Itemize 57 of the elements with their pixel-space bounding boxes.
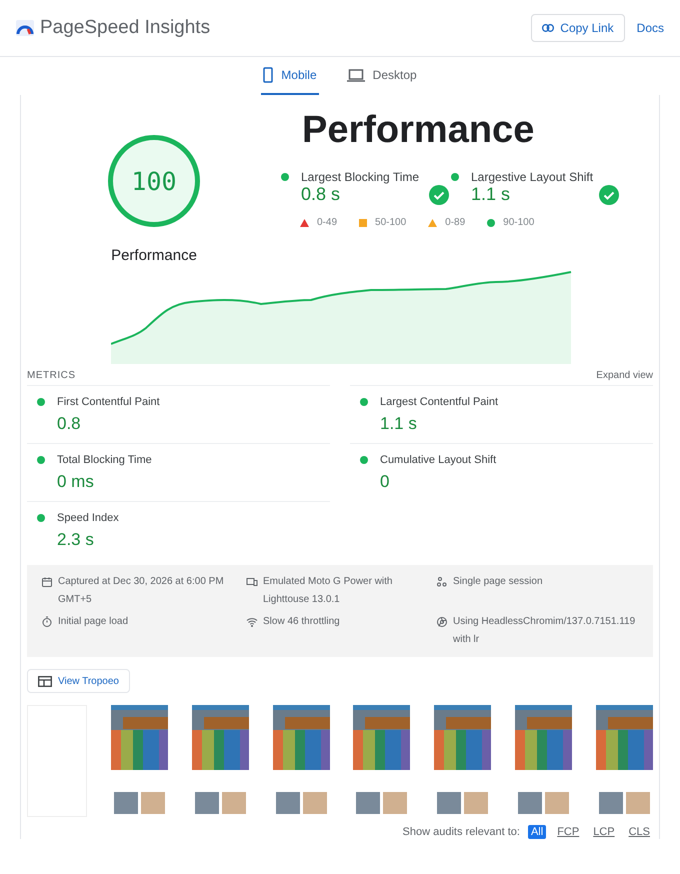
expand-view-link[interactable]: Expand view xyxy=(596,370,653,381)
metric-label: Speed Index xyxy=(57,512,120,524)
circle-icon xyxy=(487,218,496,226)
metric-label: Total Blocking Time xyxy=(57,454,153,466)
devices-icon xyxy=(246,576,258,588)
info-text: Slow 46 throttling xyxy=(263,615,340,629)
section-title: METRICS xyxy=(27,370,76,381)
info-text: Using HeadlessChromim/137.0.7151.119 with lr xyxy=(453,615,636,647)
docs-link[interactable]: Docs xyxy=(636,21,664,35)
metric-label: Cumulative Layout Shift xyxy=(380,454,498,466)
link-icon xyxy=(542,24,554,32)
audit-filter-chip[interactable]: CLS xyxy=(626,825,653,839)
metric-label: First Contentful Paint xyxy=(57,396,161,408)
nodes-icon xyxy=(436,576,448,588)
stopwatch-icon xyxy=(41,616,53,628)
audit-filter-chip[interactable]: All xyxy=(528,825,546,839)
status-dot xyxy=(451,173,459,181)
app-title: PageSpeed Insights xyxy=(40,17,212,39)
square-icon xyxy=(359,218,368,226)
range-label: 0-49 xyxy=(317,217,338,228)
metric-value: 2.3 s xyxy=(57,530,95,550)
score-label: Performance xyxy=(111,247,197,264)
grid-icon xyxy=(38,676,52,686)
filter-label: Show audits relevant to: xyxy=(402,826,520,838)
metric-value: 0 ms xyxy=(57,472,95,492)
browser-logo-icon xyxy=(436,616,448,628)
phone-icon xyxy=(263,67,274,83)
metric-label: Largestive Layout Shift xyxy=(471,170,594,184)
metric-value: 0 xyxy=(380,472,390,492)
device-tab[interactable]: Desktop xyxy=(344,57,419,95)
triangle-icon xyxy=(300,218,309,226)
metric-label: Largest Contentful Paint xyxy=(380,396,500,408)
range-label: 0-89 xyxy=(445,217,466,228)
metric-value: 1.1 s xyxy=(380,414,418,434)
range-label: 90-100 xyxy=(503,217,534,228)
info-text: Initial page load xyxy=(58,615,128,629)
info-text: Captured at Dec 30, 2026 at 6:00 PM GMT+5 xyxy=(58,575,225,607)
performance-heading: Performance xyxy=(302,109,536,152)
calendar-icon xyxy=(41,576,53,588)
metric-label: Largest Blocking Time xyxy=(301,170,420,184)
info-text: Emulated Moto G Power with Lighttouse 13.0.1 xyxy=(263,575,394,607)
score-gauge: 100 xyxy=(108,135,200,227)
status-dot xyxy=(281,173,289,181)
view-treemap-button[interactable]: View Tropoeo xyxy=(27,669,130,693)
copy-link-button[interactable]: Copy Link xyxy=(531,14,625,42)
laptop-icon xyxy=(346,68,365,82)
metric-value: 0.8 xyxy=(57,414,82,434)
device-tab[interactable]: Mobile xyxy=(261,57,319,95)
info-text: Single page session xyxy=(453,575,543,589)
audit-filter-chip[interactable]: FCP xyxy=(554,825,582,839)
gauge-logo-icon xyxy=(16,20,34,36)
metric-value: 1.1 s xyxy=(471,184,512,205)
audit-filter-chip[interactable]: LCP xyxy=(590,825,618,839)
wifi-icon xyxy=(246,616,258,628)
metric-value: 0.8 s xyxy=(301,184,342,205)
triangle-icon xyxy=(428,218,438,226)
range-label: 50-100 xyxy=(375,217,406,228)
